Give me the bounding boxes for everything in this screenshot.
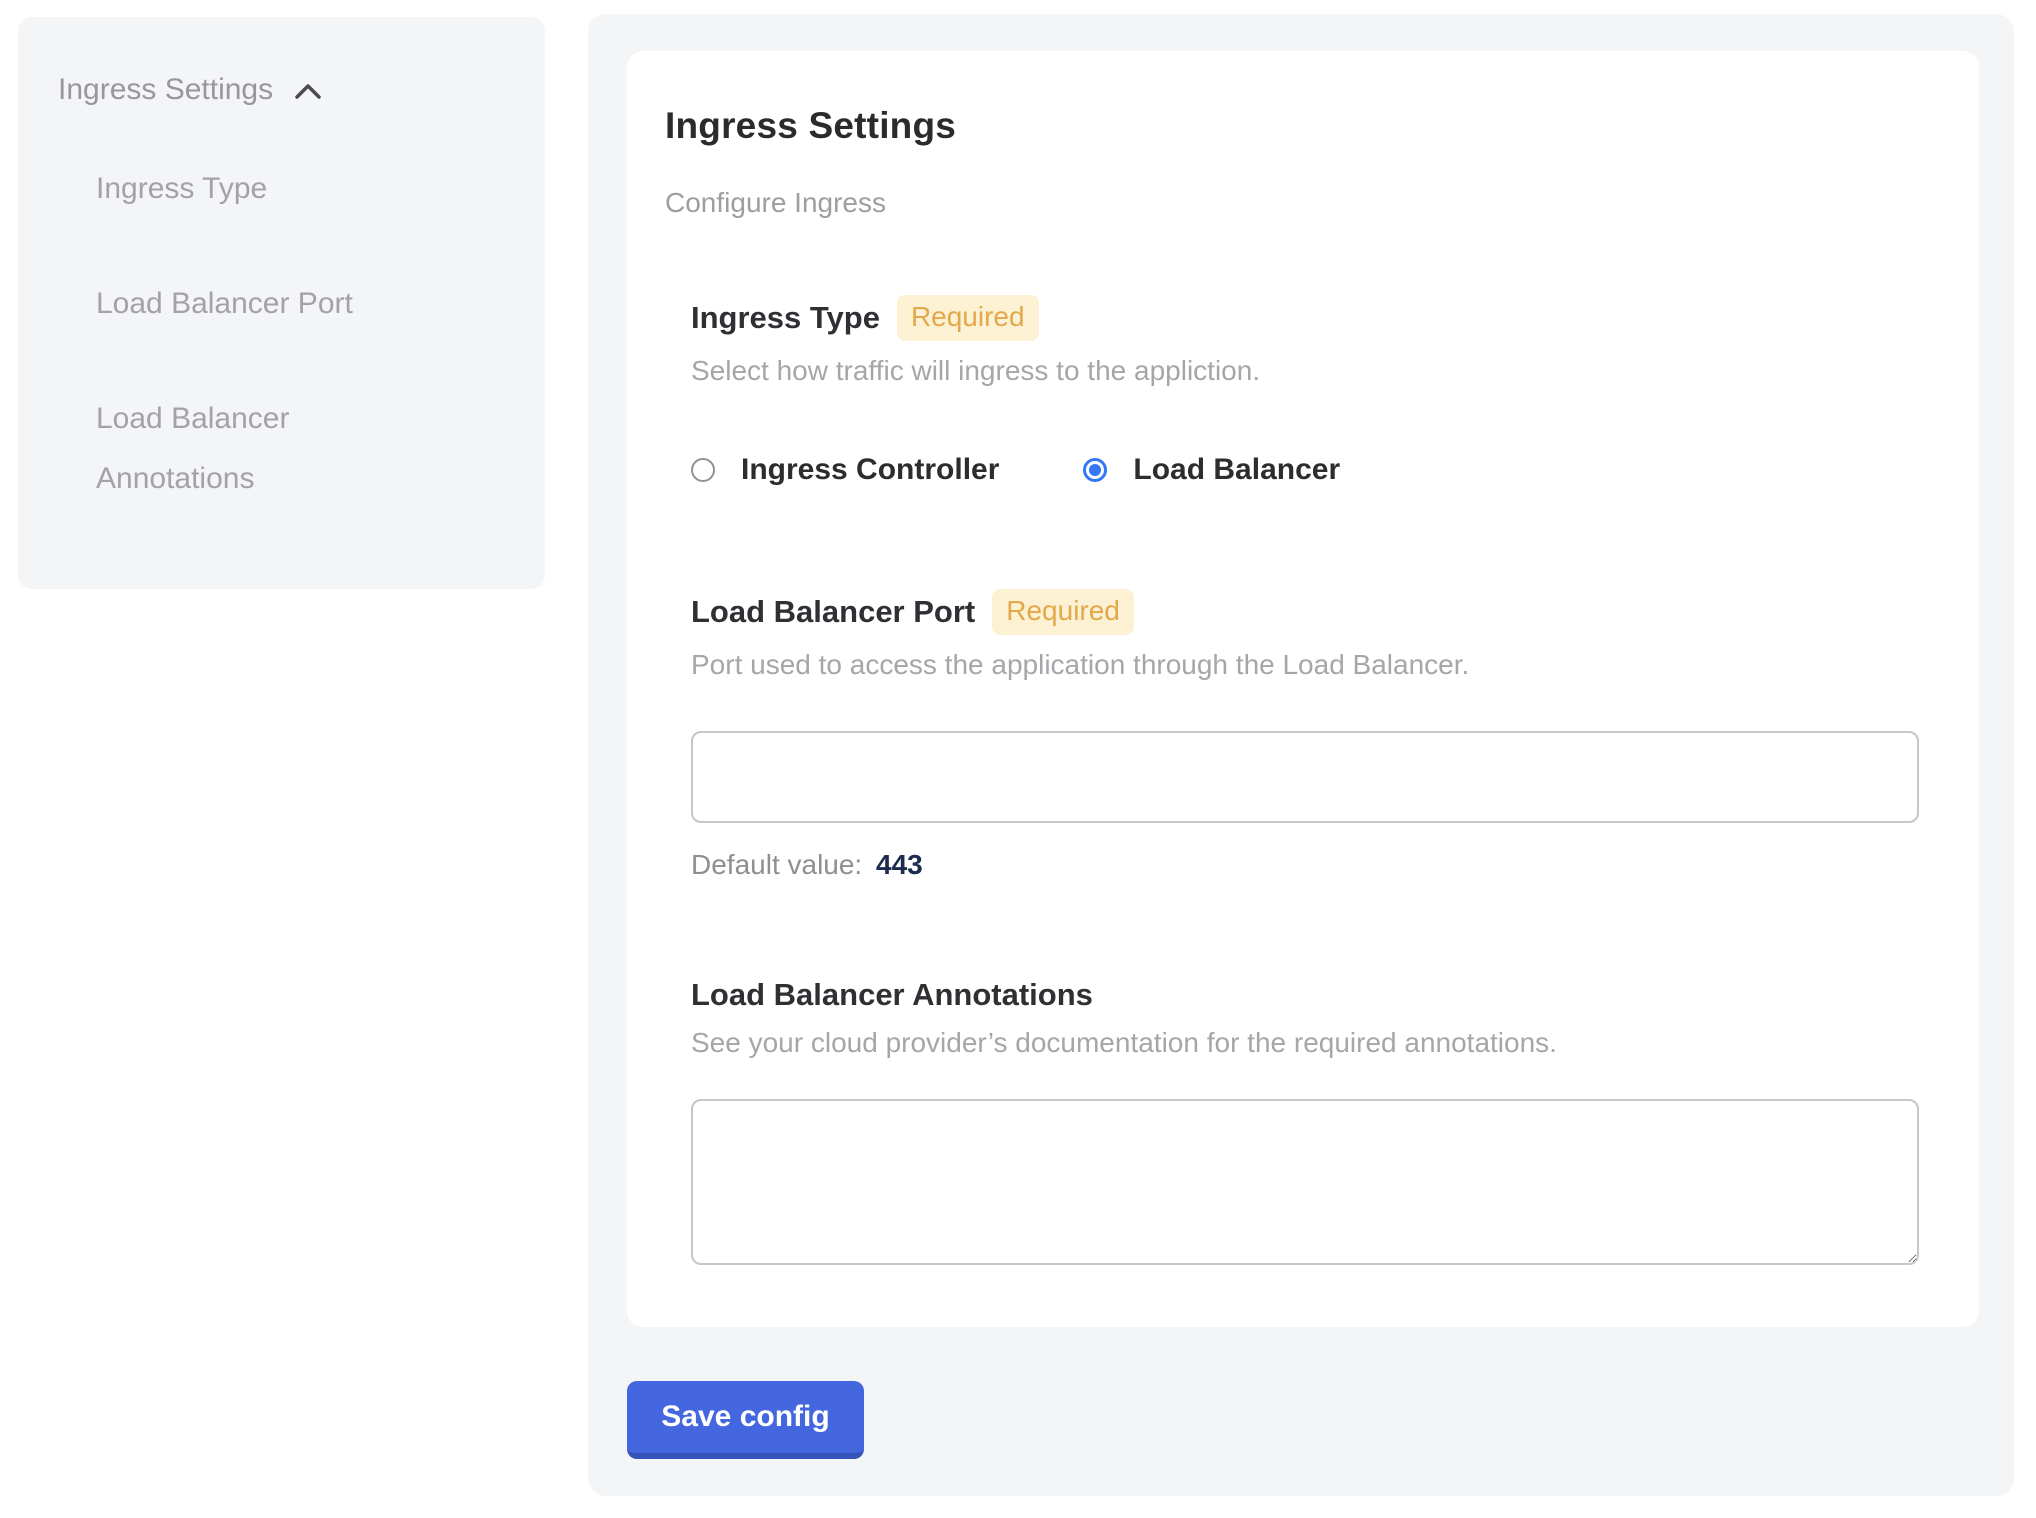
radio-ingress-controller[interactable]: Ingress Controller (691, 453, 999, 487)
load-balancer-port-description: Port used to access the application thro… (691, 649, 1919, 681)
radio-load-balancer-label: Load Balancer (1133, 453, 1340, 487)
section-ingress-type: Ingress Type Required Select how traffic… (691, 295, 1919, 487)
radio-ingress-controller-circle[interactable] (691, 458, 715, 482)
sidebar-sublist: Ingress Type Load Balancer Port Load Bal… (96, 159, 515, 509)
page: Ingress Settings Ingress Type Load Balan… (0, 0, 2036, 1518)
sidebar-item-ingress-type[interactable]: Ingress Type (96, 159, 441, 219)
sidebar-group-label: Ingress Settings (58, 73, 273, 107)
radio-load-balancer-circle[interactable] (1083, 458, 1107, 482)
load-balancer-port-label: Load Balancer Port (691, 594, 975, 630)
page-title: Ingress Settings (665, 105, 1919, 147)
sidebar-group-ingress-settings[interactable]: Ingress Settings (58, 73, 515, 107)
settings-nav-sidebar: Ingress Settings Ingress Type Load Balan… (18, 17, 545, 589)
load-balancer-annotations-textarea[interactable] (691, 1099, 1919, 1265)
section-load-balancer-port: Load Balancer Port Required Port used to… (691, 589, 1919, 881)
radio-ingress-controller-label: Ingress Controller (741, 453, 999, 487)
page-subtitle: Configure Ingress (665, 187, 1919, 219)
chevron-up-icon (293, 81, 323, 103)
sidebar-item-load-balancer-annotations[interactable]: Load Balancer Annotations (96, 389, 441, 509)
default-value-label: Default value: (691, 849, 862, 880)
ingress-type-radio-group: Ingress Controller Load Balancer (691, 453, 1919, 487)
ingress-type-label: Ingress Type (691, 300, 880, 336)
load-balancer-annotations-description: See your cloud provider’s documentation … (691, 1027, 1919, 1059)
section-load-balancer-annotations: Load Balancer Annotations See your cloud… (691, 977, 1919, 1265)
radio-load-balancer[interactable]: Load Balancer (1083, 453, 1340, 487)
ingress-type-description: Select how traffic will ingress to the a… (691, 355, 1919, 387)
load-balancer-annotations-label: Load Balancer Annotations (691, 977, 1093, 1013)
default-value-row: Default value: 443 (691, 849, 1919, 881)
ingress-settings-card: Ingress Settings Configure Ingress Ingre… (627, 51, 1979, 1327)
required-badge: Required (992, 589, 1134, 635)
required-badge: Required (897, 295, 1039, 341)
save-config-button[interactable]: Save config (627, 1381, 864, 1459)
sidebar-item-load-balancer-port[interactable]: Load Balancer Port (96, 274, 441, 334)
load-balancer-port-input[interactable] (691, 731, 1919, 823)
default-value: 443 (876, 849, 923, 880)
main-panel: Ingress Settings Configure Ingress Ingre… (588, 14, 2014, 1496)
